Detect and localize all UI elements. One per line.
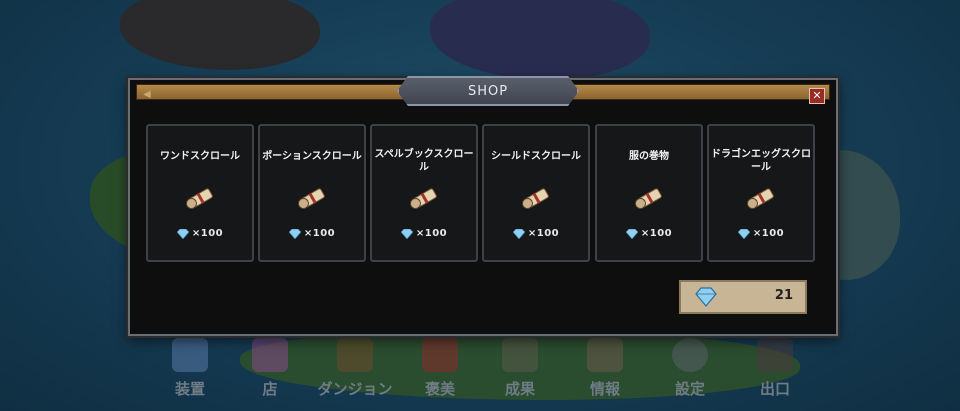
- back-arrow-icon[interactable]: ◀: [143, 89, 155, 101]
- item-price: ×100: [752, 228, 785, 239]
- item-price: ×100: [415, 228, 448, 239]
- nav-label: 設定: [674, 380, 705, 398]
- close-button[interactable]: ✕: [809, 88, 825, 104]
- shop-item-card[interactable]: スペルブックスクロール ×100: [370, 124, 478, 262]
- nav-label: 出口: [759, 380, 790, 398]
- diamond-icon: [737, 228, 750, 239]
- item-name: 服の巻物: [629, 151, 669, 162]
- nav-item-dungeon[interactable]: ダンジョン: [315, 332, 395, 411]
- item-name: シールドスクロール: [491, 151, 581, 162]
- gem-balance-value: 21: [774, 288, 793, 303]
- nav-item-settings[interactable]: 設定: [650, 332, 730, 411]
- shop-item-card[interactable]: シールドスクロール ×100: [482, 124, 590, 262]
- diamond-icon: [695, 287, 717, 307]
- armor-icon: [172, 338, 208, 372]
- price-row: ×100: [484, 228, 588, 239]
- magnifier-icon: [587, 338, 623, 372]
- scroll-icon: [746, 188, 774, 209]
- diamond-icon: [512, 228, 525, 239]
- item-name: スペルブックスクロール: [374, 149, 474, 173]
- nav-label: 装置: [174, 380, 205, 398]
- nav-item-shop[interactable]: 店: [230, 332, 310, 411]
- scroll-icon: [297, 188, 325, 209]
- nav-item-info[interactable]: 情報: [565, 332, 645, 411]
- nav-label: 店: [262, 380, 278, 398]
- nav-item-equipment[interactable]: 装置: [150, 332, 230, 411]
- scroll-icon: [634, 188, 662, 209]
- exit-icon: [757, 338, 793, 372]
- achievement-icon: [502, 338, 538, 372]
- item-price: ×100: [303, 228, 336, 239]
- title-bar: ◀ SHOP ✕: [136, 76, 830, 106]
- scroll-icon: [521, 188, 549, 209]
- nav-label: 情報: [589, 380, 620, 398]
- item-price: ×100: [191, 228, 224, 239]
- diamond-icon: [400, 228, 413, 239]
- dungeon-icon: [337, 338, 373, 372]
- diamond-icon: [625, 228, 638, 239]
- diamond-icon: [176, 228, 189, 239]
- scroll-icon: [185, 188, 213, 209]
- shop-dialog: ◀ SHOP ✕ ワンドスクロール ×100 ポーションスクロール ×100 ス…: [128, 76, 838, 336]
- scroll-icon: [409, 188, 437, 209]
- nav-item-exit[interactable]: 出口: [735, 332, 815, 411]
- shop-item-card[interactable]: ワンドスクロール ×100: [146, 124, 254, 262]
- shop-item-card[interactable]: ポーションスクロール ×100: [258, 124, 366, 262]
- price-row: ×100: [709, 228, 813, 239]
- item-name: ドラゴンエッグスクロール: [711, 149, 811, 173]
- nav-item-achievement[interactable]: 成果: [480, 332, 560, 411]
- price-row: ×100: [148, 228, 252, 239]
- item-price: ×100: [640, 228, 673, 239]
- nav-label: 成果: [504, 380, 535, 398]
- item-name: ポーションスクロール: [262, 151, 362, 162]
- gift-icon: [422, 338, 458, 372]
- item-price: ×100: [527, 228, 560, 239]
- dialog-title: SHOP: [397, 76, 579, 106]
- price-row: ×100: [372, 228, 476, 239]
- nav-label: 褒美: [424, 380, 455, 398]
- chest-icon: [252, 338, 288, 372]
- nav-label: ダンジョン: [317, 380, 393, 398]
- price-row: ×100: [597, 228, 701, 239]
- gem-balance: 21: [679, 280, 807, 314]
- shop-item-card[interactable]: ドラゴンエッグスクロール ×100: [707, 124, 815, 262]
- item-name: ワンドスクロール: [160, 151, 240, 162]
- price-row: ×100: [260, 228, 364, 239]
- shop-item-card[interactable]: 服の巻物 ×100: [595, 124, 703, 262]
- diamond-icon: [288, 228, 301, 239]
- nav-item-reward[interactable]: 褒美: [400, 332, 480, 411]
- gear-icon: [672, 338, 708, 372]
- bottom-nav: 装置 店 ダンジョン 褒美 成果 情報 設定 出口: [150, 332, 830, 411]
